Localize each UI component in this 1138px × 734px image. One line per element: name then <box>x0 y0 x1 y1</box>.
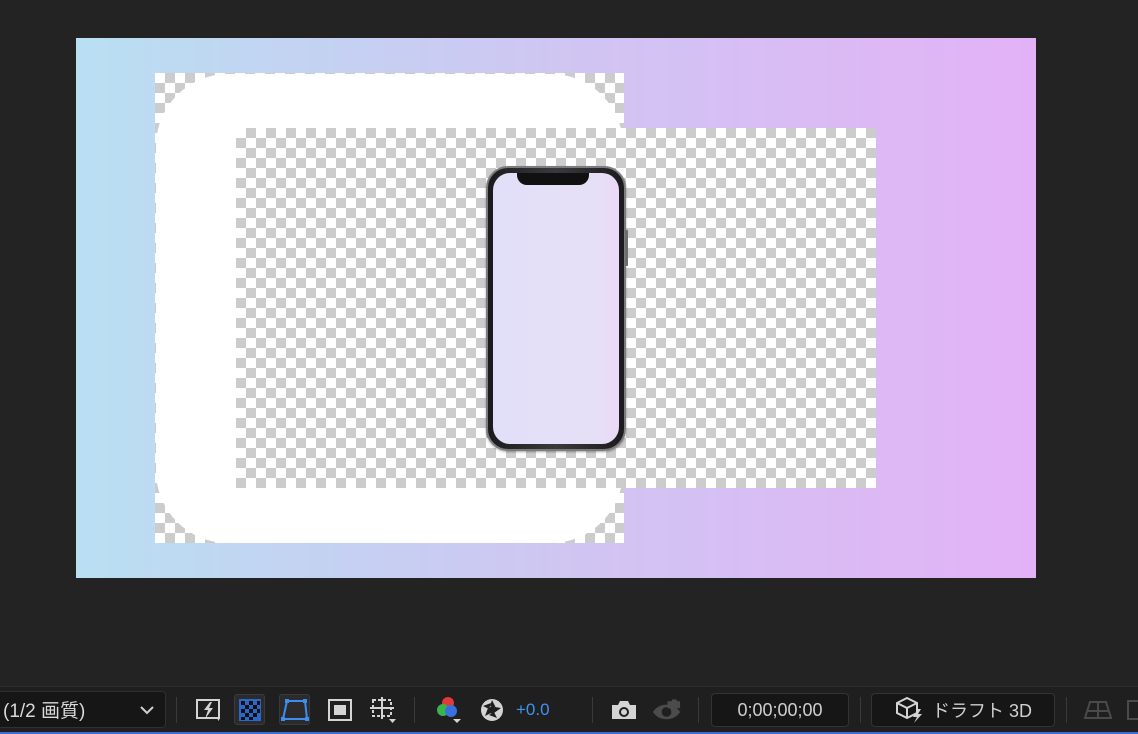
separator <box>698 697 699 723</box>
show-channel-button[interactable] <box>432 694 463 725</box>
separator <box>860 697 861 723</box>
grid-guides-button[interactable] <box>367 694 398 725</box>
mask-path-icon <box>280 698 309 721</box>
resolution-dropdown[interactable]: (1/2 画質) <box>0 691 166 728</box>
guides-icon <box>369 696 396 723</box>
reset-exposure-button[interactable] <box>476 694 507 725</box>
mask-visibility-button[interactable] <box>279 694 310 725</box>
phone-screen <box>493 173 619 444</box>
composition-canvas[interactable] <box>76 38 1036 578</box>
3d-ground-plane-button[interactable] <box>1082 694 1113 725</box>
3d-ground-plane-icon <box>1083 700 1112 719</box>
viewer-toolbar: (1/2 画質) +0.0 0;00;00;00 ドラフト 3D <box>0 686 1138 734</box>
overflow-icon <box>1127 700 1138 720</box>
fast-previews-button[interactable] <box>192 694 223 725</box>
phone-notch <box>517 173 589 185</box>
transparency-grid-icon <box>238 698 261 721</box>
show-snapshot-button[interactable] <box>651 694 682 725</box>
snapshot-icon <box>611 700 636 719</box>
show-snapshot-icon <box>652 698 681 719</box>
composition-viewer[interactable] <box>0 0 1138 686</box>
chevron-down-icon <box>140 705 154 714</box>
phone-mockup-layer[interactable] <box>486 166 628 451</box>
draft-3d-button[interactable]: ドラフト 3D <box>871 693 1055 727</box>
take-snapshot-button[interactable] <box>608 694 639 725</box>
reset-exposure-icon <box>480 698 503 721</box>
separator <box>414 697 415 723</box>
current-time-display[interactable]: 0;00;00;00 <box>711 693 849 727</box>
region-of-interest-button[interactable] <box>324 694 355 725</box>
resolution-label: (1/2 画質) <box>3 701 86 722</box>
separator <box>176 697 177 723</box>
fast-preview-icon <box>195 698 220 721</box>
exposure-value[interactable]: +0.0 <box>516 696 550 724</box>
region-of-interest-icon <box>327 698 352 721</box>
channels-icon <box>436 696 461 723</box>
toolbar-overflow-button[interactable] <box>1124 695 1138 725</box>
separator <box>1066 697 1067 723</box>
draft-3d-icon <box>895 696 922 723</box>
phone-side-button <box>625 230 628 266</box>
separator <box>592 697 593 723</box>
transparency-grid-button[interactable] <box>234 694 265 725</box>
draft-3d-label: ドラフト 3D <box>931 701 1032 721</box>
